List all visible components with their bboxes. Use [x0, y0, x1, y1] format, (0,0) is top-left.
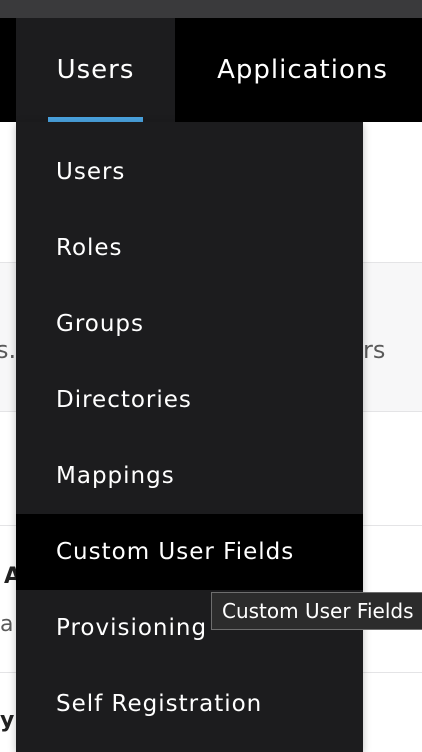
menu-item-directories[interactable]: Directories [16, 362, 363, 438]
menu-item-self-registration[interactable]: Self Registration [16, 666, 363, 742]
window-top-strip [0, 0, 422, 18]
users-dropdown-menu: Users Roles Groups Directories Mappings … [16, 122, 363, 752]
nav-tab-users[interactable]: Users [16, 18, 175, 122]
tooltip-text: Custom User Fields [222, 599, 414, 623]
menu-item-label: Groups [56, 311, 145, 337]
background-fragment: rs [363, 336, 386, 364]
menu-item-mappings[interactable]: Mappings [16, 438, 363, 514]
menu-item-label: Self Registration [56, 691, 263, 717]
menu-item-custom-user-fields[interactable]: Custom User Fields [16, 514, 363, 590]
nav-tab-label: Users [56, 55, 135, 85]
menu-item-label: Provisioning [56, 615, 208, 641]
nav-tab-label: Applications [217, 55, 388, 85]
menu-item-users[interactable]: Users [16, 134, 363, 210]
menu-item-label: Directories [56, 387, 192, 413]
menu-item-label: Custom User Fields [56, 539, 295, 565]
tooltip: Custom User Fields [211, 592, 422, 630]
nav-tab-applications[interactable]: Applications [195, 18, 410, 122]
menu-item-groups[interactable]: Groups [16, 286, 363, 362]
background-fragment: a [0, 612, 14, 637]
menu-item-label: Mappings [56, 463, 175, 489]
menu-item-label: Roles [56, 235, 123, 261]
menu-item-label: Users [56, 159, 126, 185]
background-fragment: y [0, 708, 15, 733]
menu-item-roles[interactable]: Roles [16, 210, 363, 286]
